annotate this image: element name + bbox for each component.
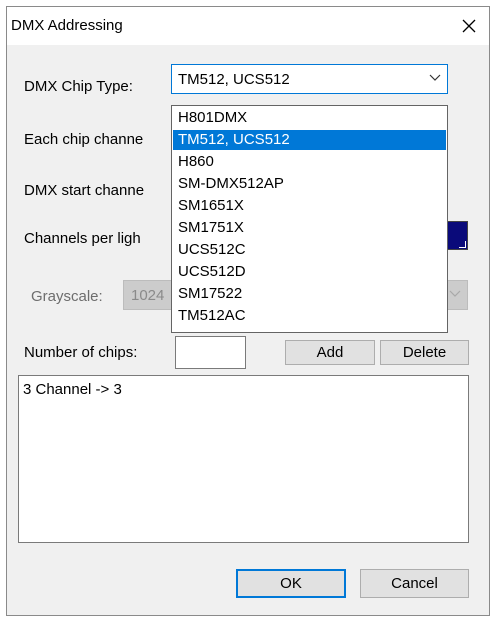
chevron-down-icon <box>449 290 461 297</box>
chip-type-label: DMX Chip Type: <box>24 78 133 95</box>
dropdown-option[interactable]: UCS512C <box>173 240 446 260</box>
window-title: DMX Addressing <box>11 17 123 34</box>
add-button[interactable]: Add <box>285 340 375 365</box>
title-bar: DMX Addressing <box>7 7 489 45</box>
dropdown-option[interactable]: TM512AC <box>173 306 446 326</box>
grayscale-value: 1024 <box>131 287 165 304</box>
dropdown-option[interactable]: H860 <box>173 152 446 172</box>
close-button[interactable] <box>449 7 489 45</box>
close-icon <box>462 19 476 33</box>
dropdown-option[interactable]: H801DMX <box>173 108 446 128</box>
grayscale-label: Grayscale: <box>31 288 103 305</box>
number-of-chips-input[interactable] <box>175 336 246 369</box>
dropdown-option[interactable]: SM17522 <box>173 284 446 304</box>
color-dropdown-marker <box>459 241 466 248</box>
chip-type-select[interactable]: TM512, UCS512 <box>171 64 448 94</box>
channel-output-textbox[interactable]: 3 Channel -> 3 <box>18 375 469 543</box>
number-of-chips-label: Number of chips: <box>24 344 138 361</box>
chip-type-value: TM512, UCS512 <box>178 71 290 88</box>
chip-type-dropdown-list[interactable]: H801DMX TM512, UCS512 H860 SM-DMX512AP S… <box>171 105 448 333</box>
channels-per-light-label: Channels per ligh <box>24 230 141 247</box>
channel-output-text: 3 Channel -> 3 <box>23 381 122 398</box>
dropdown-option[interactable]: SM1751X <box>173 218 446 238</box>
dropdown-option[interactable]: SM1651X <box>173 196 446 216</box>
chevron-down-icon <box>429 74 441 81</box>
cancel-button[interactable]: Cancel <box>360 569 469 598</box>
dropdown-option[interactable]: UCS512D <box>173 262 446 282</box>
dropdown-option[interactable]: SM-DMX512AP <box>173 174 446 194</box>
dmx-start-channel-label: DMX start channe <box>24 182 145 199</box>
each-chip-channel-label: Each chip channe <box>24 131 144 148</box>
ok-button[interactable]: OK <box>236 569 346 598</box>
dropdown-option-selected[interactable]: TM512, UCS512 <box>173 130 446 150</box>
delete-button[interactable]: Delete <box>380 340 469 365</box>
